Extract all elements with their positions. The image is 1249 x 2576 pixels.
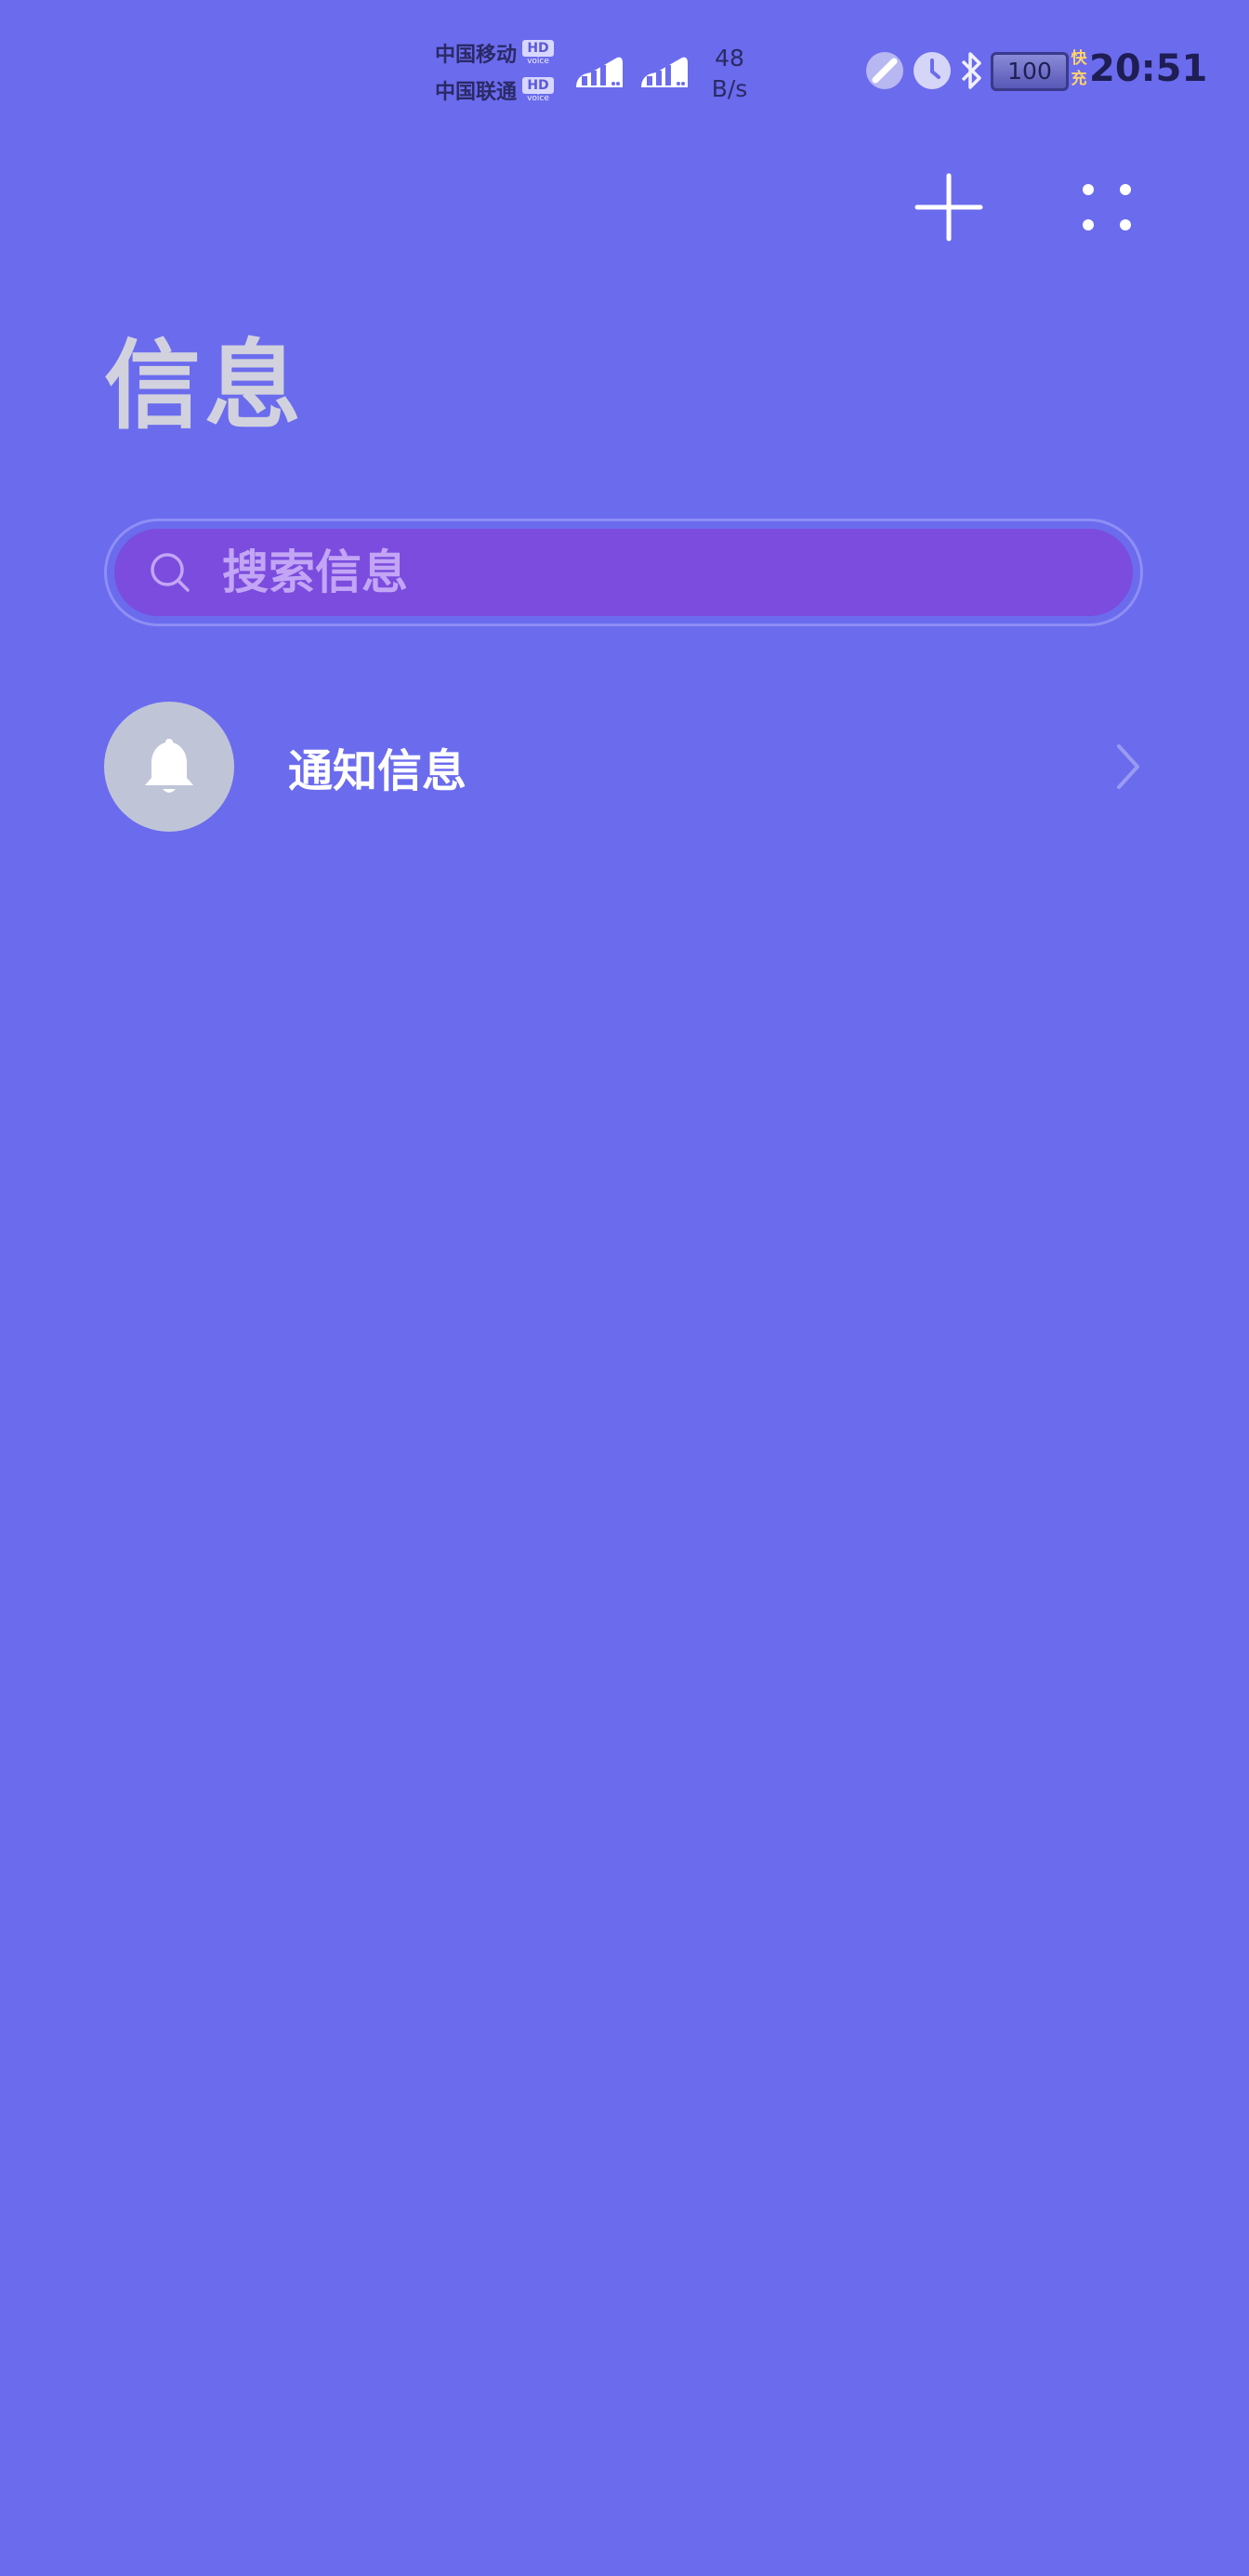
plus-icon [914,173,983,242]
list-item-notifications[interactable]: 通知信息 [104,701,1150,833]
signal-icon [641,57,688,87]
chevron-right-icon [1117,744,1139,789]
carrier-row-2: 中国联通 HD voice [435,72,565,108]
alarm-clock-icon [914,52,951,89]
more-options-button[interactable] [1065,165,1149,249]
carrier-info: 中国移动 HD voice 中国联通 HD voice [435,35,565,110]
carrier-name-1: 中国移动 [435,44,518,67]
status-bar: 中国移动 HD voice 中国联通 HD voice 48 B/s 100 快… [0,0,1249,139]
search-icon [151,553,190,592]
network-speed-value: 48 [715,45,744,72]
more-dots-icon [1083,184,1131,230]
search-input[interactable] [222,535,966,610]
hd-label: HD [522,40,555,57]
search-bar[interactable] [104,519,1143,626]
hd-label: HD [522,77,555,94]
link-icon [866,52,903,89]
hd-voice-icon: HD voice [522,77,555,103]
network-speed-unit: B/s [711,75,748,102]
bluetooth-icon [961,52,981,89]
fast-charge-label: 快充 [1071,49,1087,88]
network-speed: 48 B/s [699,43,760,104]
voice-label: voice [527,57,549,66]
bell-icon [145,739,193,793]
add-button[interactable] [907,165,991,249]
search-field-container[interactable] [114,529,1133,616]
carrier-row-1: 中国移动 HD voice [435,35,565,71]
hd-voice-icon: HD voice [522,40,555,66]
avatar [104,702,234,832]
status-time: 20:51 [1089,47,1208,90]
list-item-label: 通知信息 [288,745,467,797]
signal-icon [576,57,623,87]
carrier-name-2: 中国联通 [435,81,518,104]
page-title: 信息 [104,329,306,442]
battery-icon: 100 [991,52,1069,91]
voice-label: voice [527,94,549,103]
